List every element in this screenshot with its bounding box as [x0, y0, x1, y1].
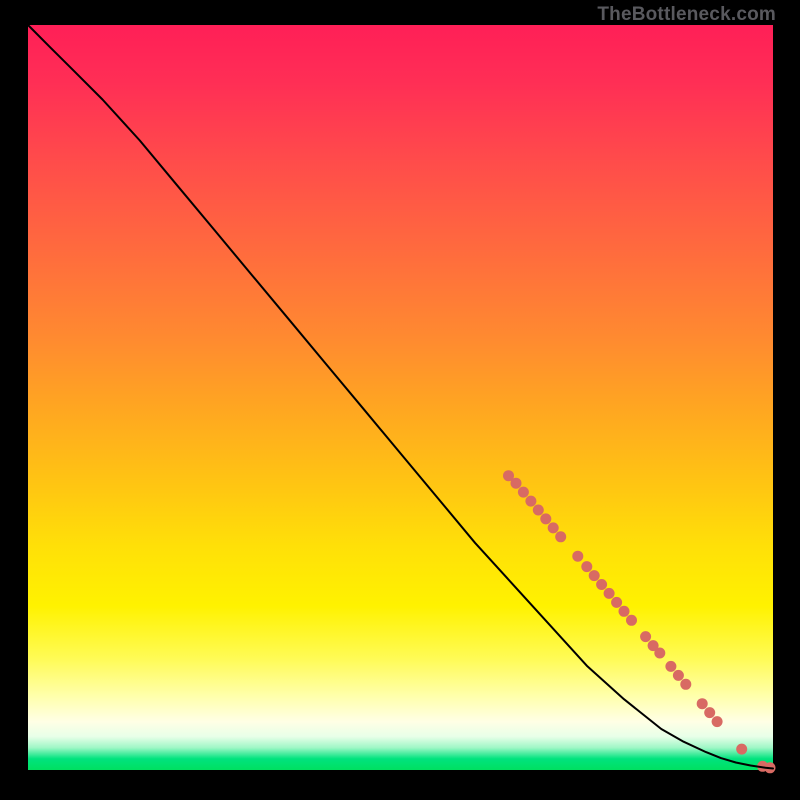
- marker-dot: [665, 661, 676, 672]
- marker-dot: [548, 522, 559, 533]
- marker-dot: [704, 707, 715, 718]
- marker-dot: [540, 513, 551, 524]
- marker-dot: [555, 531, 566, 542]
- marker-dot: [596, 579, 607, 590]
- chart-overlay: [28, 25, 773, 770]
- marker-dot: [626, 615, 637, 626]
- plot-area: [28, 25, 773, 770]
- marker-dot: [572, 551, 583, 562]
- marker-dot: [525, 496, 536, 507]
- marker-dot: [640, 631, 651, 642]
- marker-dot: [511, 478, 522, 489]
- marker-dot: [619, 606, 630, 617]
- marker-dot: [604, 588, 615, 599]
- marker-layer: [503, 470, 776, 773]
- marker-dot: [736, 744, 747, 755]
- marker-dot: [697, 698, 708, 709]
- chart-stage: TheBottleneck.com: [0, 0, 800, 800]
- marker-dot: [589, 570, 600, 581]
- marker-dot: [673, 670, 684, 681]
- marker-dot: [712, 716, 723, 727]
- watermark: TheBottleneck.com: [597, 4, 776, 26]
- marker-dot: [611, 597, 622, 608]
- marker-dot: [680, 679, 691, 690]
- marker-dot: [581, 561, 592, 572]
- marker-dot: [654, 648, 665, 659]
- marker-dot: [518, 487, 529, 498]
- marker-dot: [533, 505, 544, 516]
